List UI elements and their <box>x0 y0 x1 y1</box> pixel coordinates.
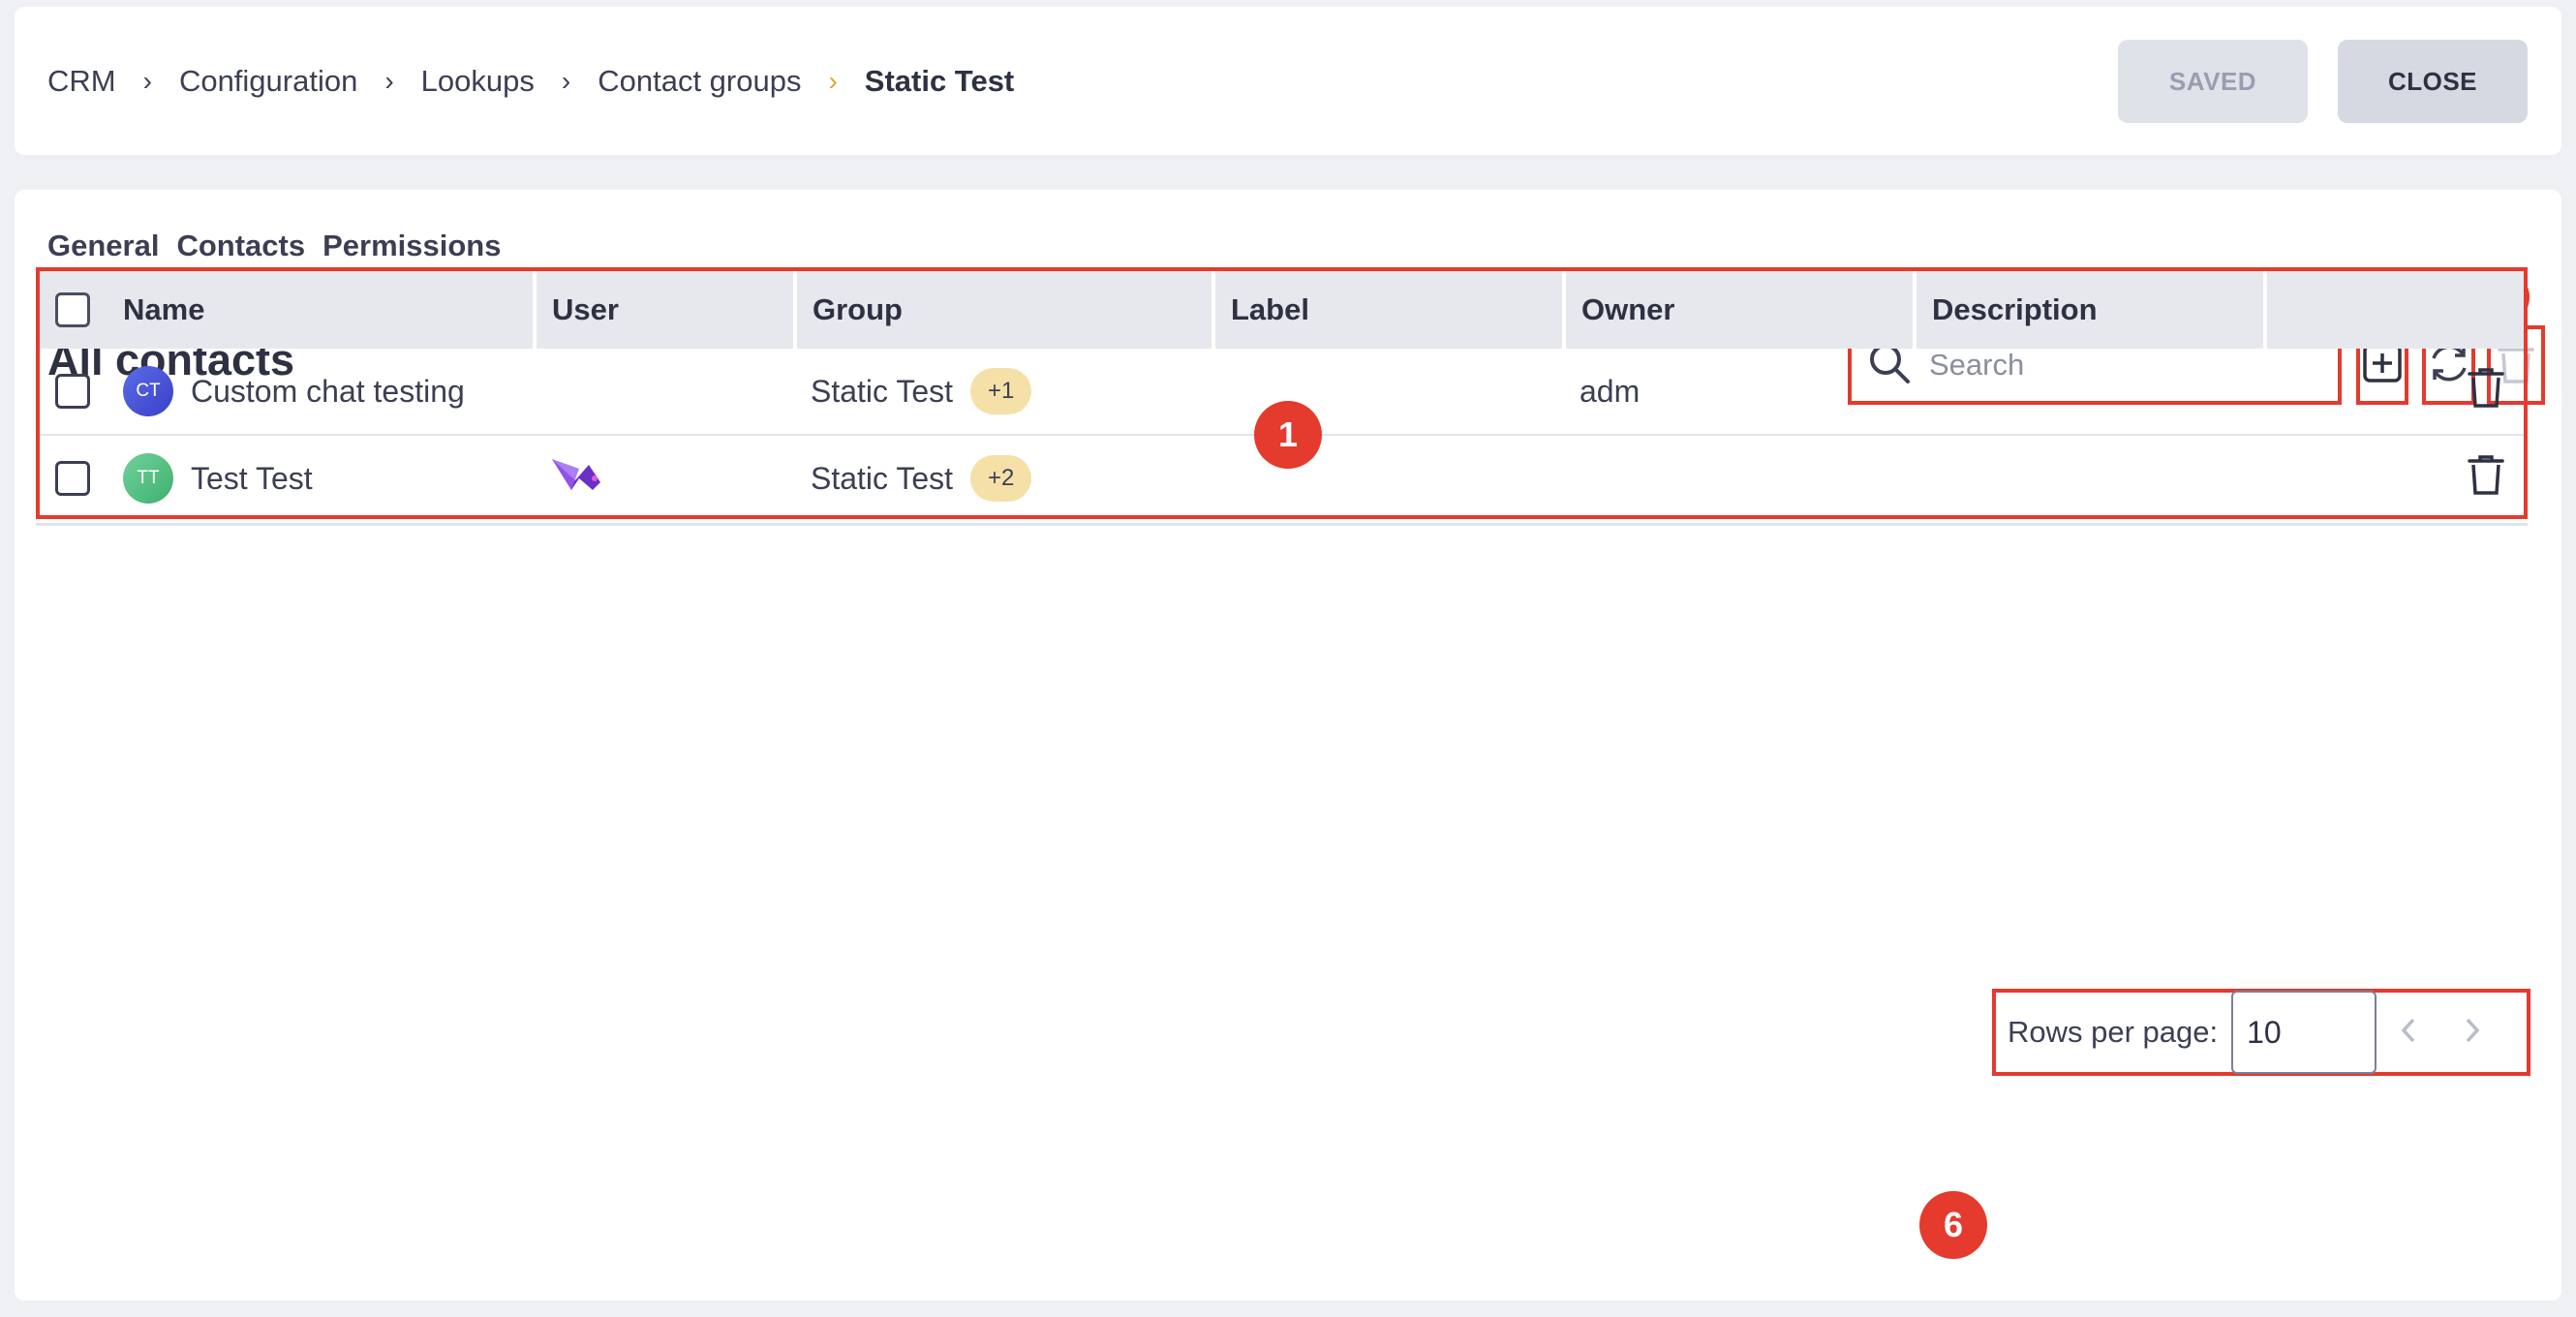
column-owner[interactable]: Owner <box>1564 271 1917 349</box>
breadcrumb-chevron-icon: › <box>384 65 394 96</box>
group-count-badge[interactable]: +1 <box>970 368 1032 414</box>
rows-per-page-label: Rows per page: <box>2008 1015 2219 1049</box>
header-bar: CRM › Configuration › Lookups › Contact … <box>15 7 2561 155</box>
breadcrumb-chevron-icon: › <box>142 65 152 96</box>
chevron-left-icon <box>2397 1016 2420 1050</box>
breadcrumb-chevron-icon: › <box>561 65 571 96</box>
contact-name[interactable]: Test Test <box>191 461 313 497</box>
saved-button[interactable]: SAVED <box>2118 40 2308 123</box>
rows-per-page-select[interactable]: 10 <box>2231 991 2377 1074</box>
breadcrumb-lookups[interactable]: Lookups <box>421 64 535 99</box>
close-button[interactable]: CLOSE <box>2338 40 2528 123</box>
select-all-checkbox[interactable] <box>55 292 90 327</box>
column-group[interactable]: Group <box>795 271 1215 349</box>
column-name[interactable]: Name <box>123 271 537 349</box>
next-page-button[interactable] <box>2440 991 2504 1074</box>
breadcrumb: CRM › Configuration › Lookups › Contact … <box>47 7 1014 155</box>
contact-owner <box>1564 435 1915 515</box>
annotation-badge-1: 1 <box>1254 401 1322 469</box>
row-checkbox[interactable] <box>55 374 90 409</box>
trash-icon[interactable] <box>2466 455 2506 504</box>
contact-group: Static Test <box>811 373 954 409</box>
row-checkbox[interactable] <box>55 461 90 496</box>
contact-group: Static Test <box>811 460 954 496</box>
contact-description <box>1915 349 2265 436</box>
table-bottom-divider <box>36 523 2528 526</box>
breadcrumb-configuration[interactable]: Configuration <box>179 64 357 99</box>
breadcrumb-contact-groups[interactable]: Contact groups <box>598 64 801 99</box>
breadcrumb-crm[interactable]: CRM <box>47 64 116 99</box>
annotation-badge-6: 6 <box>1919 1191 1987 1259</box>
column-user[interactable]: User <box>535 271 797 349</box>
contact-user <box>535 349 795 436</box>
avatar: CT <box>123 366 173 416</box>
breadcrumb-current: Static Test <box>864 63 1015 98</box>
chevron-right-icon <box>2461 1016 2484 1050</box>
contact-description <box>1915 435 2265 515</box>
column-description[interactable]: Description <box>1915 271 2267 349</box>
contacts-table: Name User Group Label Owner Description … <box>36 267 2528 519</box>
table-header-row: Name User Group Label Owner Description <box>40 271 2524 349</box>
trash-icon[interactable] <box>2466 368 2506 416</box>
previous-page-button[interactable] <box>2377 991 2440 1074</box>
column-actions <box>2265 271 2524 349</box>
pagination: Rows per page: 10 <box>1992 989 2530 1076</box>
contact-name[interactable]: Custom chat testing <box>191 374 465 410</box>
group-count-badge[interactable]: +2 <box>970 455 1032 502</box>
messaging-logo-icon <box>550 459 602 501</box>
breadcrumb-chevron-icon: › <box>828 65 838 96</box>
contact-owner: adm <box>1564 349 1915 436</box>
avatar: TT <box>123 453 173 504</box>
column-label[interactable]: Label <box>1213 271 1566 349</box>
